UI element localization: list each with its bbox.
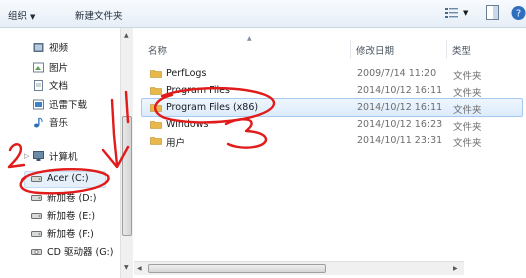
nav-item-label: 音乐 xyxy=(49,118,69,129)
column-header-type[interactable]: 类型 xyxy=(452,43,471,57)
file-date: 2014/10/12 16:11 xyxy=(357,85,443,96)
nav-item-drive-f[interactable]: 新加卷 (F:) xyxy=(31,225,94,241)
nav-item-label: Acer (C:) xyxy=(47,172,89,184)
nav-item-thunder-download[interactable]: 迅雷下载 xyxy=(33,96,87,112)
column-divider[interactable] xyxy=(350,40,351,58)
svg-text:?: ? xyxy=(516,9,521,20)
column-header-modified[interactable]: 修改日期 xyxy=(356,43,394,57)
scroll-up-arrow-icon[interactable]: ▲ xyxy=(124,32,129,39)
scroll-right-arrow-icon[interactable]: ▶ xyxy=(453,265,458,272)
download-folder-icon xyxy=(33,99,44,110)
computer-icon xyxy=(33,150,44,162)
nav-item-label: 计算机 xyxy=(49,152,78,163)
file-type: 文件夹 xyxy=(453,138,482,149)
music-note-icon xyxy=(33,117,44,128)
navigation-scrollbar[interactable]: ▲ ▼ xyxy=(120,28,133,278)
column-header-name[interactable]: 名称 xyxy=(148,43,167,57)
file-row-selected[interactable]: Program Files (x86) 2014/10/12 16:11 文件夹 xyxy=(141,98,523,117)
picture-library-icon xyxy=(33,62,44,73)
folder-icon xyxy=(150,121,162,129)
folder-icon xyxy=(150,104,162,112)
nav-item-documents[interactable]: 文档 xyxy=(33,77,68,93)
organize-button[interactable]: 组织 ▼ xyxy=(8,8,35,22)
nav-item-label: 文档 xyxy=(49,81,69,92)
folder-icon xyxy=(150,87,162,95)
organize-label: 组织 xyxy=(8,11,28,22)
file-row[interactable]: Windows 2014/10/12 16:23 文件夹 xyxy=(142,116,522,133)
file-name: 用户 xyxy=(166,138,186,149)
file-list: ▲ 名称 修改日期 类型 PerfLogs 2009/7/14 11:20 文件… xyxy=(134,28,526,278)
change-view-icon[interactable] xyxy=(444,6,460,20)
file-name: Program Files xyxy=(166,85,230,96)
nav-item-label: 迅雷下载 xyxy=(49,100,88,111)
video-library-icon xyxy=(33,42,44,53)
sort-ascending-icon: ▲ xyxy=(247,35,252,42)
file-type: 文件夹 xyxy=(453,122,482,133)
nav-item-label: 视频 xyxy=(49,43,69,54)
navigation-scroll-thumb[interactable] xyxy=(122,116,132,236)
hard-drive-icon xyxy=(31,228,42,239)
nav-item-music[interactable]: 音乐 xyxy=(33,114,68,130)
nav-item-videos[interactable]: 视频 xyxy=(33,39,68,55)
file-date: 2014/10/12 16:23 xyxy=(357,119,443,130)
cd-drive-icon xyxy=(31,246,42,257)
nav-item-pictures[interactable]: 图片 xyxy=(33,59,68,75)
folder-icon xyxy=(150,70,162,78)
scroll-down-arrow-icon[interactable]: ▼ xyxy=(124,264,129,271)
nav-item-computer[interactable]: 计算机 xyxy=(33,148,78,164)
file-type: 文件夹 xyxy=(453,88,482,99)
hard-drive-icon xyxy=(31,173,42,184)
file-name: PerfLogs xyxy=(166,68,207,79)
document-library-icon xyxy=(33,79,44,91)
new-folder-button[interactable]: 新建文件夹 xyxy=(75,8,123,22)
expand-arrow-icon[interactable]: ▷ xyxy=(24,152,29,160)
file-type: 文件夹 xyxy=(453,105,482,116)
column-divider[interactable] xyxy=(446,40,447,58)
file-date: 2014/10/12 16:11 xyxy=(357,102,443,113)
file-row[interactable]: PerfLogs 2009/7/14 11:20 文件夹 xyxy=(142,65,522,82)
hard-drive-icon xyxy=(31,210,42,221)
nav-item-label: 新加卷 (E:) xyxy=(47,211,96,222)
file-row[interactable]: Program Files 2014/10/12 16:11 文件夹 xyxy=(142,82,522,99)
preview-pane-icon[interactable] xyxy=(486,5,499,20)
file-name: Windows xyxy=(166,119,209,130)
chevron-down-icon: ▼ xyxy=(30,13,36,21)
nav-item-drive-d[interactable]: 新加卷 (D:) xyxy=(31,189,96,205)
nav-item-label: 图片 xyxy=(49,63,69,74)
file-type: 文件夹 xyxy=(453,71,482,82)
file-date: 2014/10/11 23:31 xyxy=(357,135,443,146)
nav-item-label: 新加卷 (F:) xyxy=(47,229,94,240)
file-date: 2009/7/14 11:20 xyxy=(357,68,437,79)
horizontal-scrollbar[interactable]: ◀ ▶ xyxy=(134,261,464,275)
file-row[interactable]: 用户 2014/10/11 23:31 文件夹 xyxy=(142,132,522,149)
horizontal-scroll-thumb[interactable] xyxy=(148,264,326,273)
help-icon[interactable]: ? xyxy=(511,5,526,21)
nav-item-drive-g[interactable]: CD 驱动器 (G:) xyxy=(31,243,113,259)
nav-item-drive-e[interactable]: 新加卷 (E:) xyxy=(31,207,95,223)
file-name: Program Files (x86) xyxy=(166,102,259,113)
nav-item-label: CD 驱动器 (G:) xyxy=(47,247,114,258)
folder-icon xyxy=(150,137,162,145)
nav-item-label: 新加卷 (D:) xyxy=(47,193,97,204)
view-options-chevron-icon[interactable]: ▼ xyxy=(463,9,468,17)
nav-item-drive-c[interactable]: Acer (C:) xyxy=(31,170,89,186)
scroll-left-arrow-icon[interactable]: ◀ xyxy=(137,265,142,272)
hard-drive-icon xyxy=(31,192,42,203)
command-bar: 组织 ▼ 新建文件夹 ▼ ? xyxy=(0,0,526,28)
